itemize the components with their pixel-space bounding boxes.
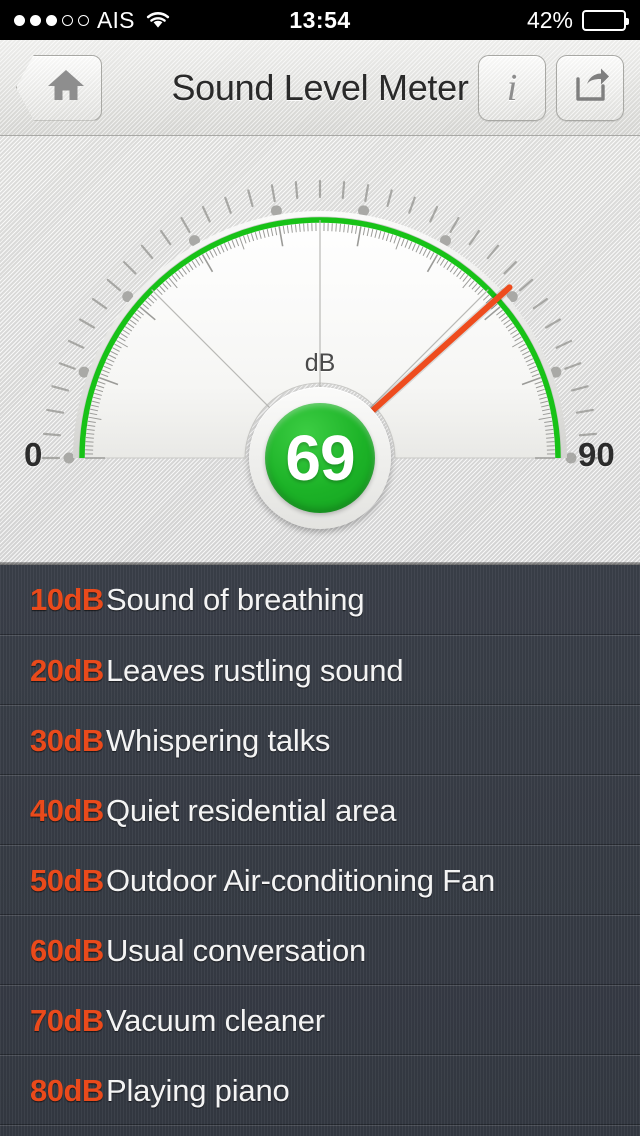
gauge-unit-label: dB xyxy=(304,349,336,377)
list-item-description: Playing piano xyxy=(106,1072,290,1108)
list-item[interactable]: 60dB Usual conversation xyxy=(0,915,640,985)
home-icon xyxy=(46,67,86,108)
list-item-description: Leaves rustling sound xyxy=(106,652,404,688)
list-item-db-value: 70dB xyxy=(30,1002,104,1038)
share-icon xyxy=(570,66,610,109)
status-bar-left: AIS xyxy=(14,7,171,34)
list-item-db-value: 50dB xyxy=(30,862,104,898)
list-item-description: Vacuum cleaner xyxy=(106,1002,325,1038)
signal-dot-empty xyxy=(62,14,73,26)
share-button[interactable] xyxy=(556,54,624,121)
list-item-db-value: 20dB xyxy=(30,652,104,688)
list-item-db-value: 10dB xyxy=(30,582,104,617)
carrier-label: AIS xyxy=(97,6,135,33)
list-item[interactable]: 70dB Vacuum cleaner xyxy=(0,985,640,1055)
signal-dot-filled xyxy=(46,14,57,26)
status-bar-right: 42% xyxy=(526,6,629,34)
navigation-bar: Sound Level Meter i xyxy=(0,40,640,137)
list-item-db-value: 30dB xyxy=(30,722,104,758)
list-item-description: Whispering talks xyxy=(106,722,331,758)
gauge-min-label: 0 xyxy=(24,436,43,473)
battery-percent-label: 42% xyxy=(526,6,573,33)
wifi-icon xyxy=(145,10,171,30)
gauge-value-badge: 69 xyxy=(265,403,375,513)
list-item-db-value: 80dB xyxy=(30,1072,104,1108)
gauge-max-label: 90 xyxy=(578,436,615,473)
list-item-description: Sound of breathing xyxy=(106,582,365,617)
gauge-panel: 0 90 dB 69 xyxy=(0,136,640,565)
list-item-description: Outdoor Air-conditioning Fan xyxy=(106,862,496,898)
info-button[interactable]: i xyxy=(478,54,546,121)
reference-list[interactable]: 10dB Sound of breathing 20dB Leaves rustlin… xyxy=(0,565,640,1136)
signal-dot-filled xyxy=(30,14,41,26)
list-item-db-value: 40dB xyxy=(30,792,104,828)
list-item[interactable]: 10dB Sound of breathing xyxy=(0,565,640,635)
list-item-description: Quiet residential area xyxy=(106,792,397,828)
list-item-db-value: 60dB xyxy=(30,932,104,968)
gauge-value: 69 xyxy=(285,422,355,494)
list-item[interactable]: 20dB Leaves rustling sound xyxy=(0,635,640,705)
info-icon: i xyxy=(506,66,518,109)
list-item[interactable]: 50dB Outdoor Air-conditioning Fan xyxy=(0,845,640,915)
signal-dot-empty xyxy=(78,14,89,26)
list-item-description: Usual conversation xyxy=(106,932,367,968)
list-item[interactable]: 40dB Quiet residential area xyxy=(0,775,640,845)
list-item[interactable]: 80dB Playing piano xyxy=(0,1055,640,1125)
battery-icon xyxy=(582,9,629,31)
home-button[interactable] xyxy=(16,54,102,121)
status-bar: AIS 13:54 42% xyxy=(0,0,640,40)
list-item-partial[interactable] xyxy=(0,1125,640,1136)
navigation-actions: i xyxy=(478,54,624,121)
list-item[interactable]: 30dB Whispering talks xyxy=(0,705,640,775)
signal-strength-dots xyxy=(14,14,89,26)
signal-dot-filled xyxy=(14,14,25,26)
